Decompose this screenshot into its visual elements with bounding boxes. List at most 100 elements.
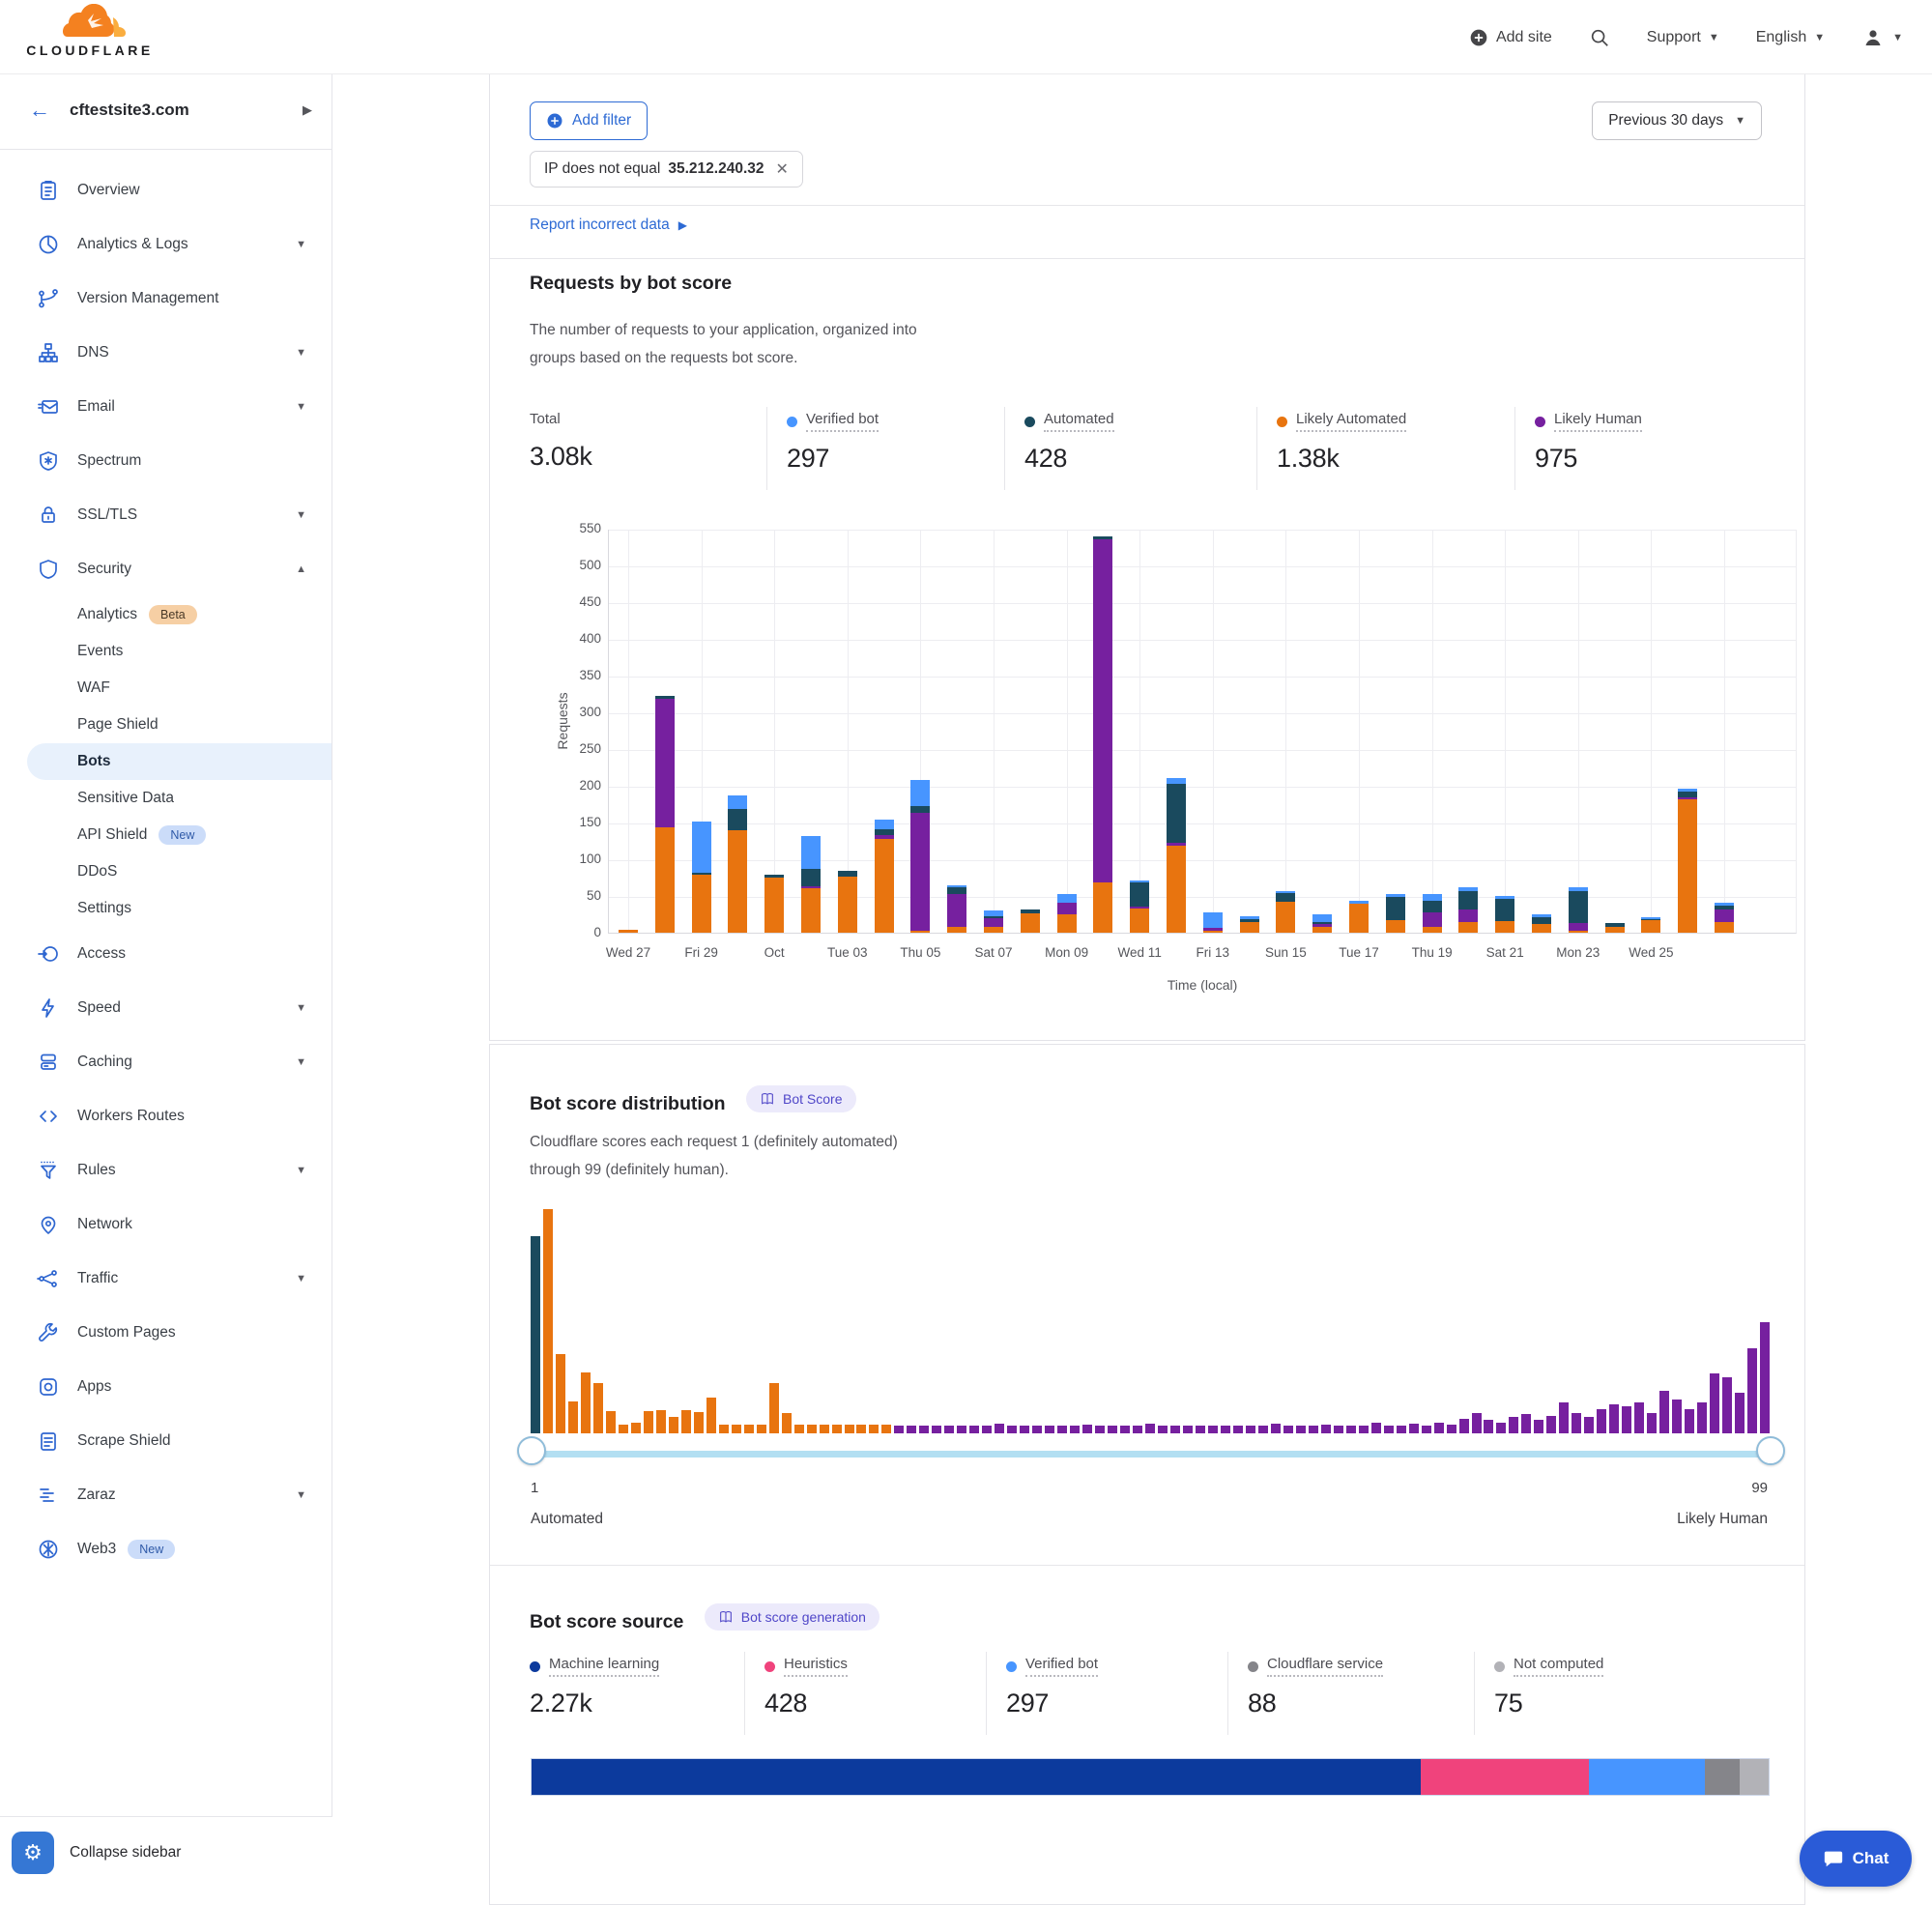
histogram-bar[interactable] [1397,1426,1406,1433]
histogram-bar[interactable] [856,1425,866,1433]
slider-handle-max[interactable] [1756,1436,1785,1465]
chevron-down-icon[interactable]: ▼ [296,1489,306,1501]
histogram-bar[interactable] [932,1426,941,1433]
histogram-bar[interactable] [1296,1426,1306,1433]
histogram-bar[interactable] [881,1425,891,1433]
histogram-bar[interactable] [1409,1424,1419,1433]
histogram-bar[interactable] [1685,1409,1694,1433]
histogram-bar[interactable] [1120,1426,1130,1433]
account-menu[interactable]: ▼ [1861,26,1903,49]
sidebar-item-email[interactable]: Email▼ [0,380,332,434]
histogram-bar[interactable] [907,1426,916,1433]
stat-label[interactable]: Verified bot [806,411,879,432]
sidebar-item-ddos[interactable]: DDoS [0,853,332,890]
histogram-bar[interactable] [1672,1400,1682,1433]
histogram-bar[interactable] [1170,1426,1180,1433]
histogram-bar[interactable] [568,1401,578,1433]
histogram-bar[interactable] [1321,1425,1331,1433]
histogram-bar[interactable] [1622,1406,1631,1433]
histogram-bar[interactable] [807,1425,817,1433]
histogram-bar[interactable] [1334,1426,1343,1433]
date-range-dropdown[interactable]: Previous 30 days ▼ [1592,101,1762,140]
sidebar-item-waf[interactable]: WAF [0,670,332,707]
histogram-bar[interactable] [782,1413,792,1433]
histogram-bar[interactable] [593,1383,603,1433]
histogram-bar[interactable] [1271,1424,1281,1433]
histogram-bar[interactable] [1183,1426,1193,1433]
histogram-bar[interactable] [1521,1414,1531,1433]
sidebar-item-web3[interactable]: Web3New [0,1522,332,1576]
histogram-bar[interactable] [1246,1426,1255,1433]
score-slider-track[interactable] [531,1451,1770,1458]
search-button[interactable] [1589,27,1610,48]
histogram-bar[interactable] [869,1425,879,1433]
histogram-bar[interactable] [1484,1420,1493,1433]
histogram-bar[interactable] [631,1423,641,1433]
sidebar-item-network[interactable]: Network [0,1198,332,1252]
histogram-bar[interactable] [1659,1391,1669,1433]
support-menu[interactable]: Support ▼ [1647,29,1719,46]
histogram-bar[interactable] [894,1426,904,1433]
sidebar-item-ssl-tls[interactable]: SSL/TLS▼ [0,488,332,542]
histogram-bar[interactable] [719,1425,729,1433]
histogram-bar[interactable] [995,1424,1004,1433]
histogram-bar[interactable] [1710,1373,1719,1433]
histogram-bar[interactable] [1233,1426,1243,1433]
stat-label[interactable]: Machine learning [549,1656,659,1677]
histogram-bar[interactable] [1422,1426,1431,1433]
sidebar-item-access[interactable]: Access [0,927,332,981]
histogram-bar[interactable] [794,1425,804,1433]
add-filter-button[interactable]: Add filter [530,101,648,140]
histogram-bar[interactable] [1534,1420,1543,1433]
sidebar-item-sensitive-data[interactable]: Sensitive Data [0,780,332,817]
sidebar-item-zaraz[interactable]: Zaraz▼ [0,1468,332,1522]
chevron-up-icon[interactable]: ▲ [296,563,306,575]
histogram-bar[interactable] [957,1426,966,1433]
collapse-sidebar-label[interactable]: Collapse sidebar [70,1844,181,1862]
histogram-bar[interactable] [1384,1426,1394,1433]
sidebar-item-scrape-shield[interactable]: Scrape Shield [0,1414,332,1468]
chevron-down-icon[interactable]: ▼ [296,1056,306,1068]
chevron-down-icon[interactable]: ▼ [296,1165,306,1176]
chevron-down-icon[interactable]: ▼ [296,509,306,521]
back-arrow-icon[interactable]: ← [29,98,50,123]
histogram-bar[interactable] [1032,1426,1042,1433]
histogram-bar[interactable] [1346,1426,1356,1433]
histogram-bar[interactable] [944,1426,954,1433]
histogram-bar[interactable] [1584,1417,1594,1433]
histogram-bar[interactable] [1559,1402,1569,1433]
chat-button[interactable]: Chat [1800,1831,1912,1887]
sidebar-item-custom-pages[interactable]: Custom Pages [0,1306,332,1360]
histogram-bar[interactable] [832,1425,842,1433]
histogram-bar[interactable] [1459,1419,1469,1433]
histogram-bar[interactable] [581,1372,591,1433]
sidebar-item-security[interactable]: Security▲ [0,542,332,596]
gear-icon[interactable]: ⚙ [12,1832,54,1874]
sidebar-item-caching[interactable]: Caching▼ [0,1035,332,1089]
sidebar-item-spectrum[interactable]: Spectrum [0,434,332,488]
histogram-bar[interactable] [1371,1423,1381,1433]
histogram-bar[interactable] [769,1383,779,1433]
histogram-bar[interactable] [1609,1404,1619,1433]
report-incorrect-data-link[interactable]: Report incorrect data ▶ [530,216,687,234]
chevron-down-icon[interactable]: ▼ [296,347,306,359]
histogram-bar[interactable] [1747,1348,1757,1433]
histogram-bar[interactable] [919,1426,929,1433]
histogram-bar[interactable] [1509,1417,1518,1433]
histogram-bar[interactable] [644,1411,653,1433]
filter-chip[interactable]: IP does not equal 35.212.240.32 ✕ [530,151,803,188]
histogram-bar[interactable] [669,1417,678,1433]
chevron-down-icon[interactable]: ▼ [296,401,306,413]
histogram-bar[interactable] [1572,1413,1581,1433]
histogram-bar[interactable] [1647,1413,1657,1433]
histogram-bar[interactable] [1057,1426,1067,1433]
sidebar-item-bots[interactable]: Bots [27,743,332,780]
sidebar-item-overview[interactable]: Overview [0,163,332,217]
histogram-bar[interactable] [1760,1322,1770,1433]
chevron-down-icon[interactable]: ▼ [296,239,306,250]
stat-label[interactable]: Automated [1044,411,1114,432]
histogram-bar[interactable] [1697,1402,1707,1433]
histogram-bar[interactable] [1221,1426,1230,1433]
histogram-bar[interactable] [1546,1416,1556,1433]
stat-label[interactable]: Likely Automated [1296,411,1406,432]
